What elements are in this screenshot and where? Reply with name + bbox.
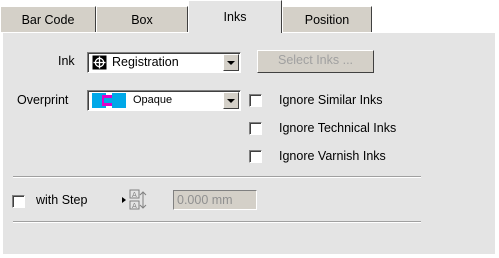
svg-text:A: A: [132, 202, 137, 210]
tab-inks[interactable]: Inks: [188, 0, 282, 33]
step-distance-value: 0.000 mm: [177, 193, 233, 207]
ignore-varnish-inks-checkbox[interactable]: [249, 150, 262, 163]
overprint-value: Opaque: [133, 94, 173, 106]
with-step-label[interactable]: with Step: [36, 193, 87, 207]
overprint-dropdown-arrow[interactable]: [223, 92, 239, 109]
tab-bar-code-label: Bar Code: [21, 12, 75, 27]
ink-select[interactable]: Registration: [87, 52, 241, 73]
ink-value: Registration: [112, 55, 179, 69]
tab-bar-code[interactable]: Bar Code: [0, 6, 96, 32]
with-step-checkbox[interactable]: [12, 195, 25, 208]
separator-top: [13, 176, 421, 178]
tab-inks-label: Inks: [223, 10, 247, 24]
select-inks-label: Select Inks ...: [277, 53, 354, 67]
overprint-label: Overprint: [17, 93, 69, 107]
ink-dropdown-arrow[interactable]: [223, 54, 239, 71]
opaque-overprint-icon: [92, 93, 126, 112]
ignore-technical-inks-checkbox[interactable]: [249, 122, 262, 135]
tab-box[interactable]: Box: [96, 6, 188, 32]
tab-position[interactable]: Position: [282, 6, 372, 32]
svg-text:A: A: [132, 191, 137, 199]
overprint-select[interactable]: Opaque: [87, 90, 241, 111]
ignore-similar-inks-checkbox[interactable]: [249, 94, 262, 107]
tab-position-label: Position: [304, 12, 350, 27]
ink-label: Ink: [58, 54, 75, 68]
ignore-technical-inks-label[interactable]: Ignore Technical Inks: [279, 121, 396, 135]
step-repeat-icon: A A: [122, 189, 174, 214]
inks-panel: Ink Registration Select Inks ... Overpri…: [2, 32, 495, 254]
separator-bottom: [13, 221, 421, 223]
registration-target-icon: [92, 55, 107, 73]
step-distance-input[interactable]: 0.000 mm: [173, 190, 257, 210]
ignore-varnish-inks-label[interactable]: Ignore Varnish Inks: [279, 149, 386, 163]
ignore-similar-inks-label[interactable]: Ignore Similar Inks: [279, 93, 383, 107]
tab-box-label: Box: [131, 12, 153, 27]
select-inks-button[interactable]: Select Inks ...: [257, 50, 374, 73]
